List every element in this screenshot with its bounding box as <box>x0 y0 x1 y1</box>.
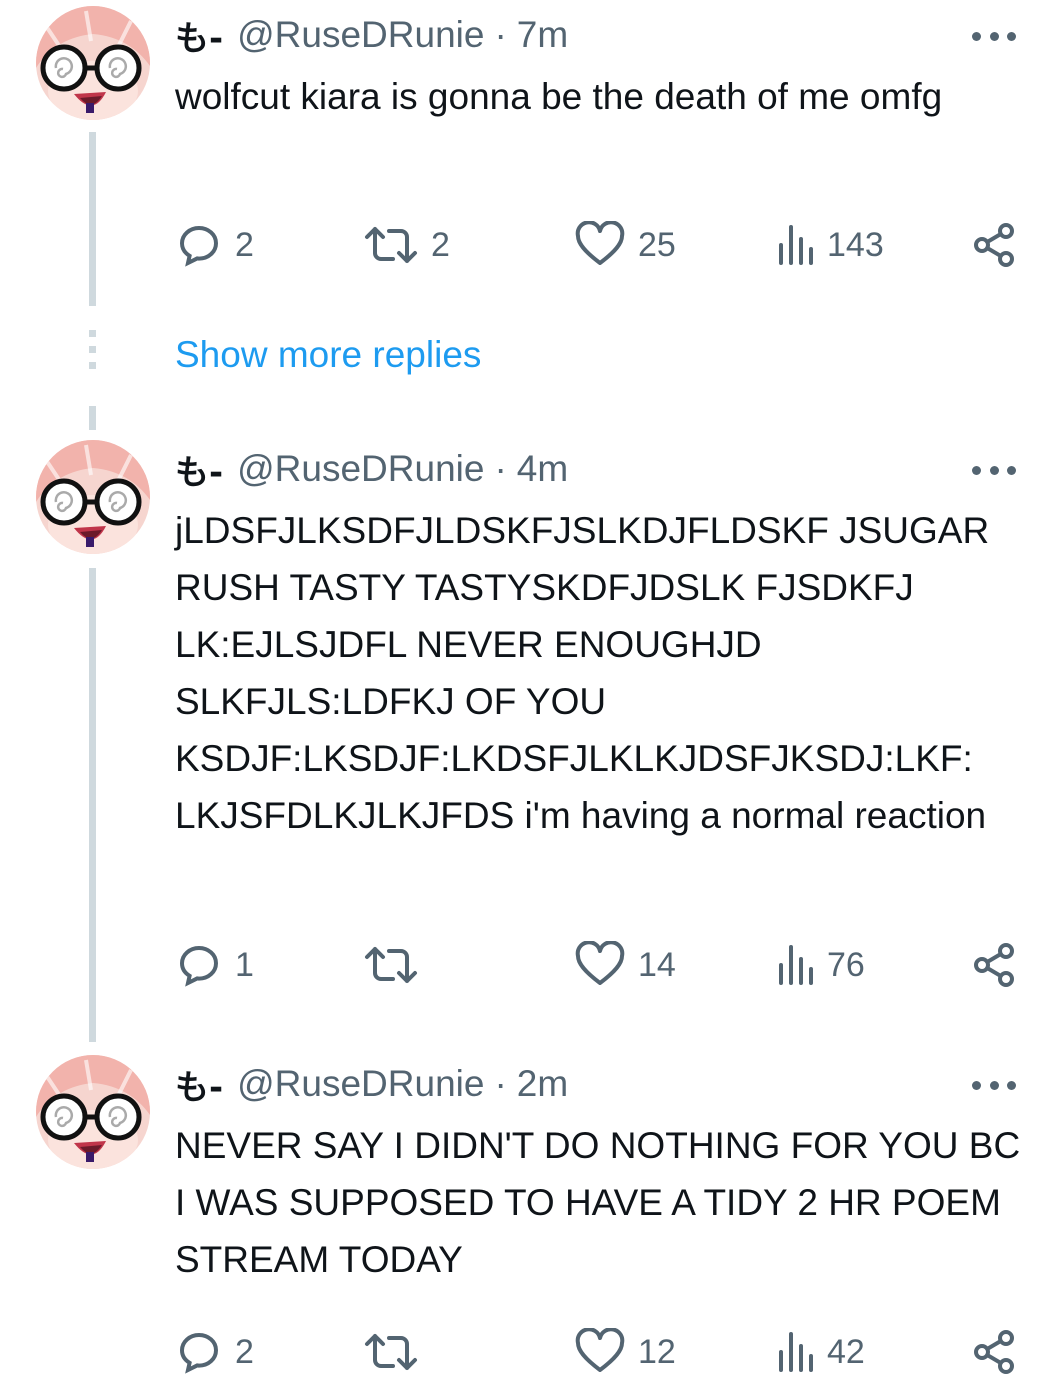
timestamp[interactable]: 2m <box>517 1063 568 1105</box>
thread-line <box>89 568 96 1042</box>
author-handle[interactable]: @RuseDRunie <box>237 448 484 490</box>
like-button[interactable]: 14 <box>574 940 676 990</box>
like-icon <box>575 1328 625 1372</box>
thread-line-collapsed <box>89 330 96 378</box>
timestamp[interactable]: 4m <box>517 448 568 490</box>
views-icon <box>779 225 813 265</box>
repost-button[interactable] <box>363 940 431 990</box>
separator: · <box>494 1063 507 1104</box>
tweet-actions: 1 14 76 <box>170 940 1020 990</box>
author-handle[interactable]: @RuseDRunie <box>237 14 484 56</box>
share-button[interactable] <box>970 1327 1018 1377</box>
reply-button[interactable]: 2 <box>175 220 254 270</box>
more-icon[interactable] <box>972 1075 1016 1095</box>
share-icon <box>974 943 1014 987</box>
author-name[interactable]: も- <box>175 445 223 494</box>
like-count: 14 <box>638 945 676 984</box>
author-name[interactable]: も- <box>175 11 223 60</box>
share-button[interactable] <box>970 220 1018 270</box>
tweet-text: NEVER SAY I DIDN'T DO NOTHING FOR YOU BC… <box>175 1125 1021 1280</box>
like-icon <box>575 221 625 265</box>
more-icon[interactable] <box>972 26 1016 46</box>
share-icon <box>974 223 1014 267</box>
like-icon <box>575 941 625 985</box>
views-count: 76 <box>827 945 865 984</box>
timestamp[interactable]: 7m <box>517 14 568 56</box>
views-button[interactable]: 143 <box>775 220 884 270</box>
reply-count: 2 <box>235 225 254 264</box>
like-count: 12 <box>638 1332 676 1371</box>
like-count: 25 <box>638 225 676 264</box>
tweet-header: も- @RuseDRunie · 4m <box>175 445 568 494</box>
views-icon <box>779 945 813 985</box>
reply-icon <box>179 225 219 267</box>
repost-button[interactable] <box>363 1327 431 1377</box>
separator: · <box>494 448 507 489</box>
more-icon[interactable] <box>972 460 1016 480</box>
show-more-replies-link[interactable]: Show more replies <box>175 330 481 380</box>
thread-line <box>89 132 96 306</box>
share-icon <box>974 1330 1014 1374</box>
views-count: 42 <box>827 1332 865 1371</box>
avatar[interactable] <box>36 6 150 120</box>
repost-count: 2 <box>431 225 450 264</box>
views-button[interactable]: 42 <box>775 1327 865 1377</box>
views-button[interactable]: 76 <box>775 940 865 990</box>
tweet-text: wolfcut kiara is gonna be the death of m… <box>175 76 943 117</box>
like-button[interactable]: 25 <box>574 220 676 270</box>
reply-icon <box>179 1332 219 1374</box>
repost-icon <box>365 227 417 263</box>
tweet-header: も- @RuseDRunie · 2m <box>175 1060 568 1109</box>
reply-button[interactable]: 1 <box>175 940 254 990</box>
reply-button[interactable]: 2 <box>175 1327 254 1377</box>
tweet-actions: 2 2 25 143 <box>170 220 1020 270</box>
repost-icon <box>365 947 417 983</box>
tweet-text: jLDSFJLKSDFJLDSKFJSLKDJFLDSKF JSUGAR RUS… <box>175 510 990 836</box>
reply-count: 2 <box>235 1332 254 1371</box>
reply-count: 1 <box>235 945 254 984</box>
like-button[interactable]: 12 <box>574 1327 676 1377</box>
reply-icon <box>179 945 219 987</box>
views-icon <box>779 1332 813 1372</box>
tweet-header: も- @RuseDRunie · 7m <box>175 11 568 60</box>
avatar[interactable] <box>36 1055 150 1169</box>
author-handle[interactable]: @RuseDRunie <box>237 1063 484 1105</box>
separator: · <box>494 14 507 55</box>
author-name[interactable]: も- <box>175 1060 223 1109</box>
tweet-actions: 2 12 42 <box>170 1327 1020 1377</box>
views-count: 143 <box>827 225 884 264</box>
repost-icon <box>365 1334 417 1370</box>
share-button[interactable] <box>970 940 1018 990</box>
repost-button[interactable]: 2 <box>363 220 450 270</box>
avatar[interactable] <box>36 440 150 554</box>
thread-line <box>89 406 96 430</box>
